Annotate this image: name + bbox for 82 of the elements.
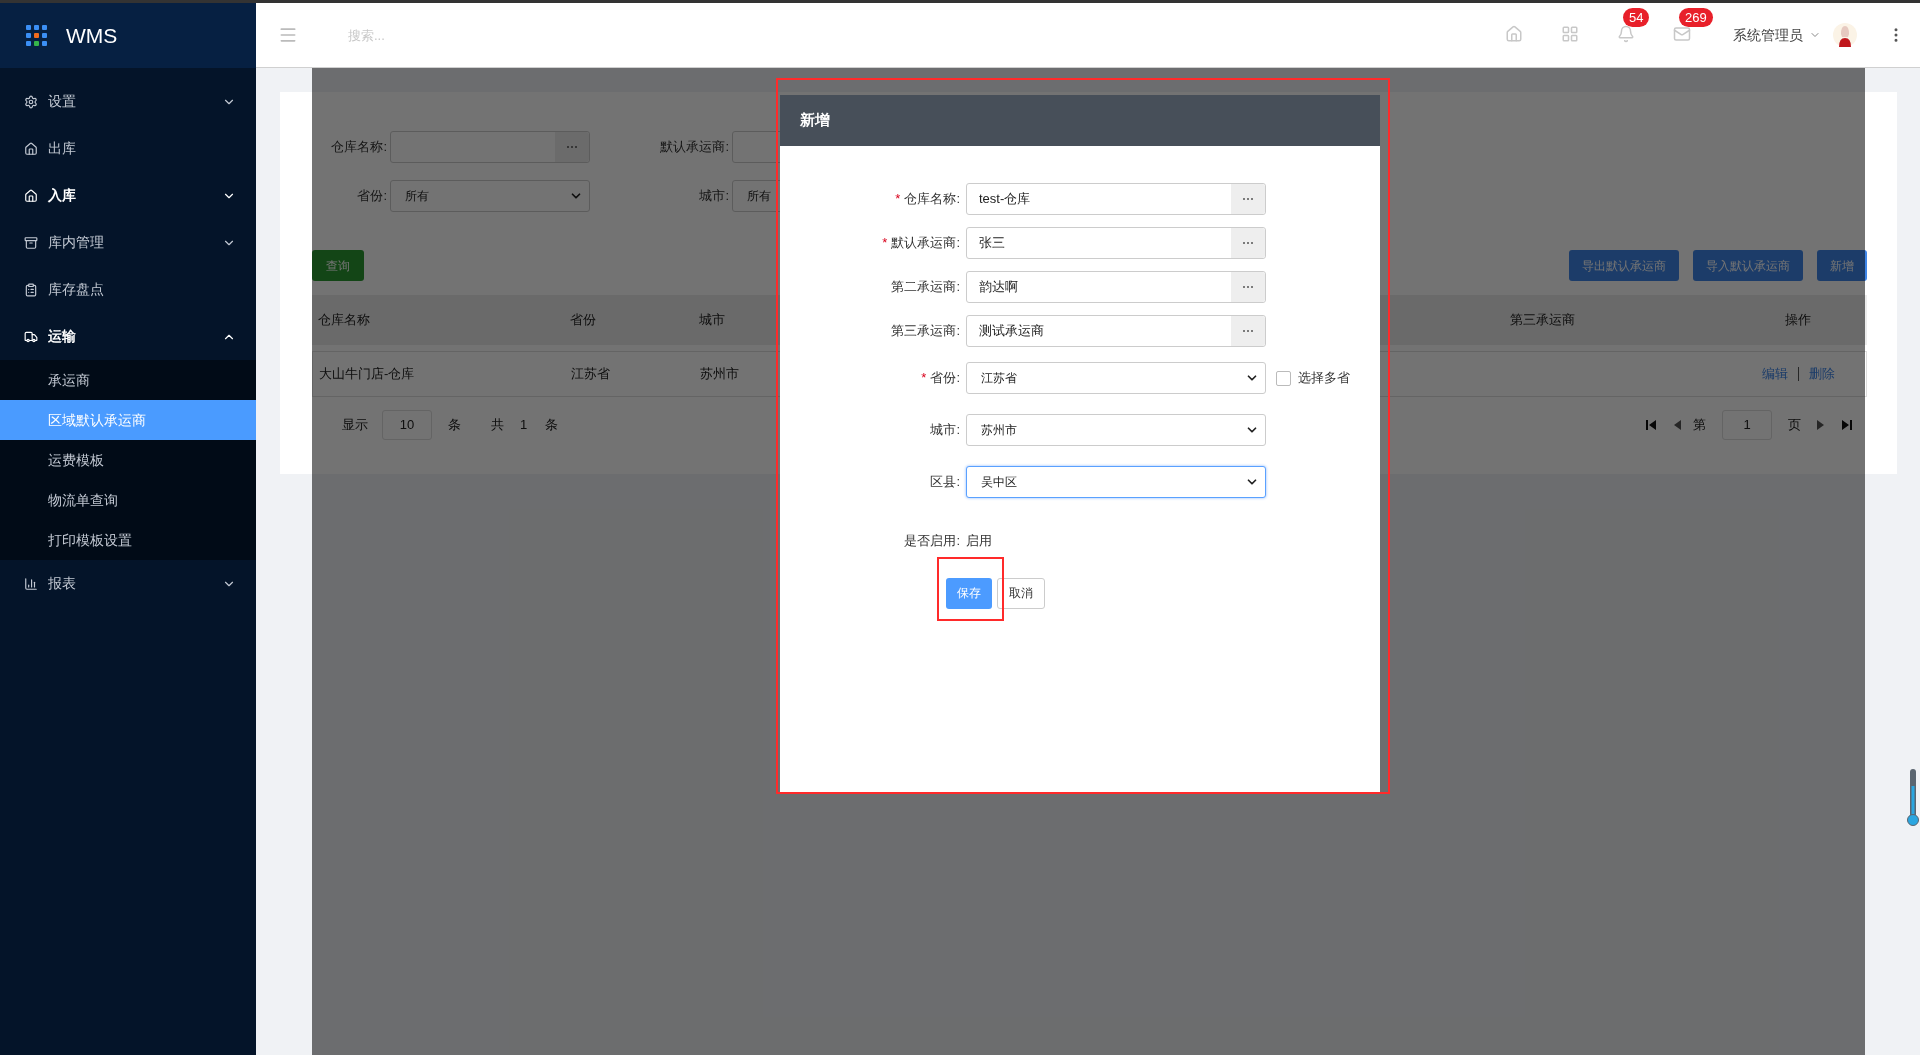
checkbox[interactable] bbox=[1276, 370, 1291, 386]
field-label: 城市: bbox=[930, 422, 960, 438]
page-size-field[interactable]: 10 bbox=[382, 410, 432, 440]
ellipsis-icon[interactable] bbox=[1231, 316, 1265, 346]
sidebar-item[interactable]: 报表 bbox=[0, 560, 256, 607]
submenu-item[interactable]: 物流单查询 bbox=[0, 480, 256, 520]
menu-icon[interactable] bbox=[278, 25, 298, 45]
select-field[interactable]: 吴中区 bbox=[966, 466, 1266, 498]
house-icon bbox=[24, 188, 38, 203]
column-header: 操作 bbox=[1783, 311, 1812, 330]
avatar-icon[interactable] bbox=[1833, 23, 1857, 47]
select-field[interactable]: 江苏省 bbox=[966, 362, 1266, 394]
truck-icon bbox=[24, 329, 38, 344]
sidebar-item[interactable]: 运输 bbox=[0, 313, 256, 360]
pagination-label: 共 bbox=[491, 416, 504, 435]
select-field[interactable]: 所有 bbox=[390, 180, 590, 212]
field-label: 仓库名称: bbox=[904, 191, 960, 207]
sidebar-item[interactable]: 入库 bbox=[0, 172, 256, 219]
ellipsis-icon[interactable] bbox=[1231, 184, 1265, 214]
field-label: 第三承运商: bbox=[891, 323, 960, 339]
pagination-label: 页 bbox=[1788, 416, 1801, 435]
field-label: 是否启用: bbox=[904, 533, 960, 548]
required-mark: * bbox=[921, 370, 927, 386]
bar-chart-icon bbox=[24, 576, 38, 591]
column-header: 第三承运商 bbox=[1508, 311, 1576, 330]
sidebar-item[interactable]: 库内管理 bbox=[0, 219, 256, 266]
last-page-icon[interactable] bbox=[1841, 419, 1853, 431]
clipboard-icon bbox=[24, 282, 38, 297]
table-cell: 大山牛门店-仓库 bbox=[319, 366, 415, 382]
count-badge: 269 bbox=[1679, 8, 1713, 27]
picker-field[interactable]: 韵达啊 bbox=[966, 271, 1266, 303]
app-logo: WMS bbox=[66, 22, 118, 49]
home-icon[interactable] bbox=[1505, 25, 1523, 43]
submenu-item[interactable]: 运费模板 bbox=[0, 440, 256, 480]
pagination-label: 条 bbox=[545, 416, 559, 435]
picker-field[interactable]: 张三 bbox=[966, 227, 1266, 259]
ellipsis-icon[interactable] bbox=[1231, 228, 1265, 258]
required-mark: * bbox=[895, 191, 901, 207]
column-header: 仓库名称 bbox=[318, 312, 370, 328]
picker-field[interactable] bbox=[390, 131, 590, 163]
grid-icon[interactable] bbox=[1561, 25, 1579, 43]
column-header: 省份 bbox=[570, 312, 596, 328]
column-header: 城市 bbox=[699, 312, 725, 328]
house-icon bbox=[24, 141, 38, 156]
grid-logo-icon bbox=[26, 24, 48, 47]
field-value: 启用 bbox=[966, 532, 992, 550]
count-badge: 54 bbox=[1623, 8, 1650, 27]
filter-label: 默认承运商: bbox=[659, 138, 729, 157]
checkbox-label[interactable]: 选择多省 bbox=[1298, 368, 1350, 388]
table-cell: 江苏省 bbox=[571, 366, 610, 382]
pagination-label: 显示 bbox=[342, 416, 368, 435]
total-count: 1 bbox=[520, 416, 528, 435]
submenu-item[interactable]: 打印模板设置 bbox=[0, 520, 256, 560]
thermometer-icon bbox=[1907, 768, 1919, 828]
archive-icon bbox=[24, 235, 38, 250]
submenu-item[interactable]: 承运商 bbox=[0, 360, 256, 400]
required-mark: * bbox=[882, 235, 888, 251]
filter-label: 省份: bbox=[356, 187, 387, 206]
sidebar-item[interactable]: 库存盘点 bbox=[0, 266, 256, 313]
picker-field[interactable]: 测试承运商 bbox=[966, 315, 1266, 347]
field-label: 第二承运商: bbox=[891, 279, 960, 295]
bell-icon[interactable] bbox=[1617, 25, 1635, 43]
mail-icon[interactable] bbox=[1673, 25, 1691, 43]
field-label: 默认承运商: bbox=[891, 235, 960, 251]
ellipsis-icon[interactable] bbox=[555, 132, 589, 162]
table-cell: 苏州市 bbox=[700, 366, 739, 382]
pagination-label: 条 bbox=[448, 416, 461, 435]
select-field[interactable]: 苏州市 bbox=[966, 414, 1266, 446]
field-label: 区县: bbox=[930, 474, 960, 490]
picker-field[interactable]: test-仓库 bbox=[966, 183, 1266, 215]
first-page-icon[interactable] bbox=[1645, 419, 1657, 431]
sidebar-item[interactable]: 设置 bbox=[0, 78, 256, 125]
field-label: 省份: bbox=[930, 370, 960, 386]
gear-icon bbox=[24, 94, 38, 109]
sidebar-item[interactable]: 出库 bbox=[0, 125, 256, 172]
dialog-title: 新增 bbox=[800, 110, 830, 131]
filter-label: 仓库名称: bbox=[330, 138, 387, 157]
user-name[interactable]: 系统管理员 bbox=[1733, 24, 1803, 46]
ellipsis-icon[interactable] bbox=[1231, 272, 1265, 302]
pagination-label: 第 bbox=[1693, 416, 1706, 435]
filter-label: 城市: bbox=[698, 187, 729, 206]
page-number-field[interactable]: 1 bbox=[1722, 410, 1772, 440]
